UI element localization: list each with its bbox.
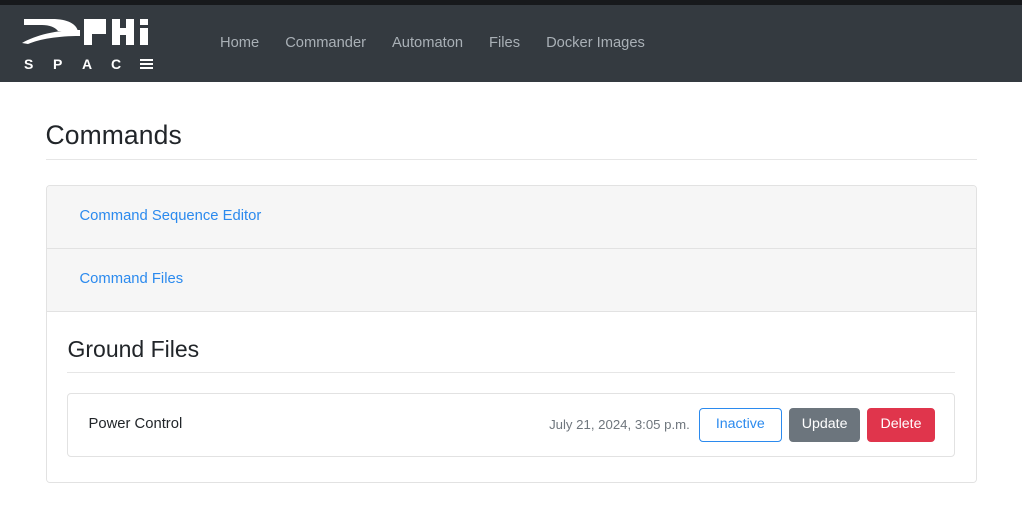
bars-glyph-icon — [140, 59, 169, 69]
nav-link-home[interactable]: Home — [207, 27, 272, 61]
dphi-logo-icon — [22, 19, 148, 45]
nav-item-docker-images: Docker Images — [533, 27, 658, 61]
update-button[interactable]: Update — [788, 407, 861, 442]
nav-item-automaton: Automaton — [379, 27, 476, 61]
ground-files-title: Ground Files — [67, 336, 200, 363]
accordion-link-command-sequence-editor[interactable]: Command Sequence Editor — [80, 208, 262, 226]
page-title-divider — [45, 159, 977, 161]
nav-item-commander: Commander — [272, 27, 379, 61]
accordion-header-command-files[interactable]: Command Files — [46, 249, 976, 312]
ground-file-name: Power Control — [88, 416, 183, 432]
accordion-item-command-files: Command Files — [46, 249, 976, 313]
nav-link-files[interactable]: Files — [476, 27, 533, 61]
commands-accordion: Command Sequence Editor Command Files Gr… — [45, 185, 977, 483]
accordion-link-command-files[interactable]: Command Files — [80, 271, 184, 289]
nav-links: Home Commander Automaton Files Docker Im… — [207, 27, 658, 61]
nav-link-docker-images[interactable]: Docker Images — [533, 27, 658, 61]
delete-button[interactable]: Delete — [867, 407, 935, 442]
nav-item-files: Files — [476, 27, 533, 61]
ground-file-row: Power Control July 21, 2024, 3:05 p.m. I… — [66, 392, 955, 457]
status-toggle-button[interactable]: Inactive — [698, 407, 782, 442]
accordion-item-sequence-editor: Command Sequence Editor — [46, 186, 976, 250]
nav-link-commander[interactable]: Commander — [272, 27, 379, 61]
ground-file-actions: July 21, 2024, 3:05 p.m. Inactive Update… — [549, 407, 935, 442]
brand-logo[interactable]: S P A C — [22, 13, 169, 74]
command-files-panel: Ground Files Power Control July 21, 2024… — [46, 312, 976, 482]
page-container: Commands Command Sequence Editor Command… — [45, 82, 977, 483]
main-navbar: S P A C Home Commander Automaton Files D… — [0, 5, 1022, 82]
brand-letter-c: C — [111, 56, 122, 72]
page-title: Commands — [45, 120, 182, 150]
brand-subtitle: S P A C — [22, 56, 169, 72]
accordion-header-sequence-editor[interactable]: Command Sequence Editor — [46, 186, 976, 249]
brand-letter-s: S — [24, 56, 34, 72]
brand-letter-p: P — [53, 56, 63, 72]
brand-letter-a: A — [82, 56, 93, 72]
nav-link-automaton[interactable]: Automaton — [379, 27, 476, 61]
ground-files-divider — [66, 371, 955, 373]
ground-file-timestamp: July 21, 2024, 3:05 p.m. — [549, 416, 690, 432]
nav-item-home: Home — [207, 27, 272, 61]
